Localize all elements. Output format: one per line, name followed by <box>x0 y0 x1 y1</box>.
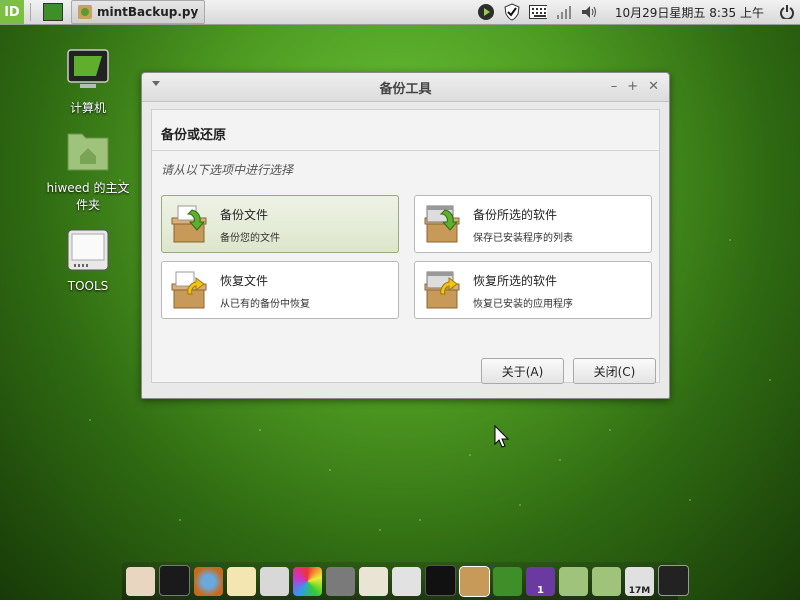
folder-icon[interactable] <box>559 567 588 596</box>
update-manager-icon[interactable] <box>477 3 495 21</box>
color-picker-icon[interactable] <box>293 567 322 596</box>
mintbackup-dock-icon[interactable] <box>459 566 490 597</box>
minimize-icon[interactable]: – <box>611 79 618 94</box>
section-subtitle: 请从以下选项中进行选择 <box>161 163 294 177</box>
option-title: 恢复所选的软件 <box>473 274 558 288</box>
option-restore-software[interactable]: 恢复所选的软件 恢复已安装的应用程序 <box>414 261 652 319</box>
option-backup-files[interactable]: 备份文件 备份您的文件 <box>161 195 399 253</box>
memory-indicator-icon[interactable]: 17M <box>625 567 654 596</box>
image-viewer-icon[interactable] <box>359 567 388 596</box>
restore-software-icon <box>423 270 463 310</box>
checkmark-shield-icon[interactable] <box>503 3 521 21</box>
mintbackup-app-icon <box>78 5 92 19</box>
maximize-icon[interactable]: + <box>627 79 638 94</box>
home-folder-icon <box>44 128 132 175</box>
desktop-icon-computer[interactable]: 计算机 <box>44 48 132 116</box>
shutdown-icon[interactable] <box>658 565 689 596</box>
drive-icon <box>44 228 132 275</box>
taskbar-item-mintbackup[interactable]: mintBackup.py <box>71 0 206 24</box>
dock: 1 17M <box>122 562 689 600</box>
show-desktop-icon[interactable] <box>43 3 63 21</box>
memory-label: 17M <box>628 586 651 596</box>
backup-tool-window: 备份工具 – + ✕ 备份或还原 请从以下选项中进行选择 备份文件 备份您的文件… <box>141 72 670 399</box>
desktop-icon-home[interactable]: hiweed 的主文件夹 <box>44 128 132 213</box>
backup-files-icon <box>170 204 210 244</box>
volume-icon[interactable] <box>581 3 599 21</box>
system-tray: 10月29日星期五 8:35 上午 <box>473 0 800 24</box>
calculator-icon[interactable] <box>260 567 289 596</box>
desktop-icon-label: 计算机 <box>69 101 106 115</box>
option-subtitle: 从已有的备份中恢复 <box>220 299 310 310</box>
window-titlebar[interactable]: 备份工具 – + ✕ <box>142 73 669 102</box>
option-restore-files[interactable]: 恢复文件 从已有的备份中恢复 <box>161 261 399 319</box>
option-title: 恢复文件 <box>220 274 269 288</box>
dock-separator-icon <box>326 567 355 596</box>
network-signal-icon[interactable] <box>555 3 573 21</box>
close-icon[interactable]: ✕ <box>648 79 659 94</box>
window-menu-icon[interactable] <box>152 81 160 86</box>
option-title: 备份所选的软件 <box>473 208 558 222</box>
desktop-icon-tools[interactable]: TOOLS <box>44 228 132 293</box>
mouse-cursor-icon <box>494 424 510 452</box>
top-panel: lD mintBackup.py 10月29日星期五 8:35 上午 <box>0 0 800 25</box>
option-backup-software[interactable]: 备份所选的软件 保存已安装程序的列表 <box>414 195 652 253</box>
browser-icon[interactable] <box>194 567 223 596</box>
badge-count: 1 <box>537 585 544 596</box>
restore-files-icon <box>170 270 210 310</box>
files-icon[interactable] <box>592 567 621 596</box>
panel-clock[interactable]: 10月29日星期五 8:35 上午 <box>615 4 764 21</box>
console-icon[interactable] <box>425 565 456 596</box>
power-icon[interactable] <box>778 3 796 21</box>
workspace-badge-icon[interactable]: 1 <box>526 567 555 596</box>
close-button[interactable]: 关闭(C) <box>573 358 656 384</box>
divider <box>152 150 659 151</box>
panel-separator <box>30 3 31 21</box>
option-subtitle: 备份您的文件 <box>220 233 280 244</box>
keyboard-icon[interactable] <box>528 3 547 21</box>
section-heading: 备份或还原 <box>161 128 227 143</box>
text-editor-icon[interactable] <box>227 567 256 596</box>
computer-icon <box>44 48 132 95</box>
option-subtitle: 恢复已安装的应用程序 <box>473 299 573 310</box>
dock-app-icon[interactable] <box>126 567 155 596</box>
backup-software-icon <box>423 204 463 244</box>
option-title: 备份文件 <box>220 208 269 222</box>
main-menu-button[interactable]: lD <box>0 0 24 24</box>
terminal-icon[interactable] <box>159 565 190 596</box>
desktop-icon-label: TOOLS <box>67 279 109 293</box>
window-content: 备份或还原 请从以下选项中进行选择 备份文件 备份您的文件 备份所选的软件 保存… <box>151 109 660 383</box>
window-title: 备份工具 <box>379 81 432 97</box>
document-icon[interactable] <box>392 567 421 596</box>
system-monitor-icon[interactable] <box>493 567 522 596</box>
option-subtitle: 保存已安装程序的列表 <box>473 233 573 244</box>
about-button[interactable]: 关于(A) <box>481 358 564 384</box>
desktop-icon-label: hiweed 的主文件夹 <box>46 181 130 212</box>
taskbar-item-label: mintBackup.py <box>97 5 199 19</box>
